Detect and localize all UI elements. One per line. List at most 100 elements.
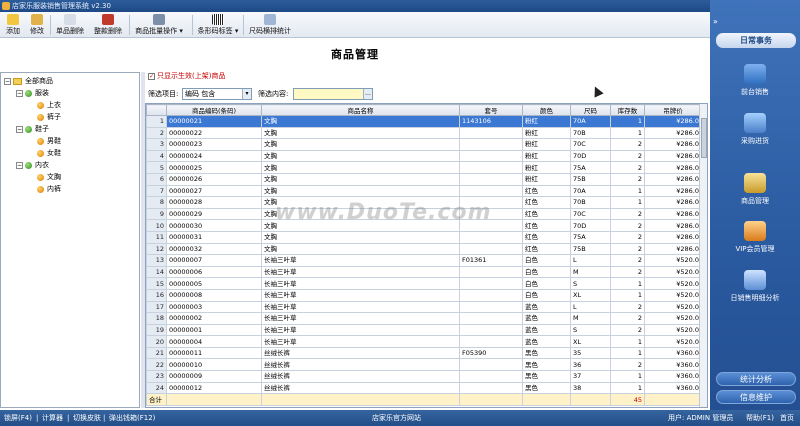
table-row[interactable]: 12 00000032 文胸 红色 75B 2 ¥286.0 [146,242,702,256]
table-cell[interactable] [459,265,523,279]
table-cell[interactable] [459,335,523,348]
table-cell[interactable]: 00000009 [166,370,262,383]
delete-style-button[interactable]: 整款删除 [92,13,124,37]
row-number[interactable]: 16 [146,288,167,302]
sidebar-item-products[interactable]: 商品管理 [710,173,800,206]
column-header[interactable] [146,104,167,116]
table-row[interactable]: 14 00000006 长袖三叶草 白色 M 2 ¥520.0 [146,265,702,279]
table-cell[interactable] [459,149,523,163]
only-active-checkbox[interactable]: ✓ 只显示生效(上架)商品 [148,71,225,81]
table-cell[interactable] [459,358,523,372]
table-cell[interactable]: 2 [610,138,645,151]
table-cell[interactable]: 2 [610,254,645,267]
table-cell[interactable]: ¥286.0 [644,161,702,174]
table-cell[interactable]: 35 [570,346,611,360]
table-cell[interactable]: 长袖三叶草 [261,300,460,314]
table-cell[interactable]: 黑色 [522,358,571,372]
table-cell[interactable]: ¥360.0 [644,358,702,372]
chevron-down-icon[interactable]: ▾ [242,89,251,99]
table-cell[interactable]: 75A [570,230,611,244]
table-cell[interactable]: ¥520.0 [644,254,702,267]
table-cell[interactable]: 00000004 [166,335,262,348]
collapse-icon[interactable]: − [4,77,11,85]
row-number[interactable]: 24 [146,381,167,395]
table-cell[interactable]: 粉红 [522,172,571,186]
table-cell[interactable]: ¥286.0 [644,230,702,244]
table-cell[interactable]: 00000001 [166,323,262,337]
table-cell[interactable]: 粉红 [522,115,571,128]
table-cell[interactable]: 00000027 [166,184,262,198]
table-cell[interactable]: 长袖三叶草 [261,277,460,290]
table-cell[interactable]: 文胸 [261,242,460,256]
table-cell[interactable]: 70B [570,196,611,209]
row-number[interactable]: 7 [146,184,167,198]
row-number[interactable]: 21 [146,346,167,360]
table-cell[interactable] [459,323,523,337]
tree-node-root[interactable]: − 全部商品 [4,76,53,87]
table-cell[interactable]: 70D [570,219,611,232]
info-maintenance-button[interactable]: 信息维护 [716,390,796,404]
table-row[interactable]: 19 00000001 长袖三叶草 蓝色 S 2 ¥520.0 [146,323,702,337]
table-row[interactable]: 2 00000022 文胸 粉红 70B 1 ¥286.0 [146,126,702,140]
table-cell[interactable]: 1 [610,126,645,140]
table-cell[interactable]: S [570,323,611,337]
table-cell[interactable]: F01361 [459,254,523,267]
table-cell[interactable]: 70C [570,207,611,221]
table-cell[interactable]: 00000002 [166,312,262,325]
table-cell[interactable]: 长袖三叶草 [261,335,460,348]
table-cell[interactable]: 70C [570,138,611,151]
table-cell[interactable]: ¥360.0 [644,370,702,383]
row-number[interactable]: 3 [146,138,167,151]
table-row[interactable]: 23 00000009 丝绒长裤 黑色 37 1 ¥360.0 [146,370,702,383]
table-cell[interactable]: 2 [610,149,645,163]
table-cell[interactable]: 00000011 [166,346,262,360]
table-row[interactable]: 24 00000012 丝绒长裤 黑色 38 1 ¥360.0 [146,381,702,395]
table-cell[interactable]: ¥286.0 [644,138,702,151]
table-cell[interactable]: 白色 [522,288,571,302]
table-cell[interactable]: 00000003 [166,300,262,314]
row-number[interactable]: 4 [146,149,167,163]
tree-node-underwear[interactable]: − 内衣 [16,160,49,171]
table-cell[interactable]: 红色 [522,242,571,256]
table-cell[interactable]: 75B [570,242,611,256]
size-stats-button[interactable]: 尺码横排统计 [247,13,293,37]
table-cell[interactable]: 文胸 [261,161,460,174]
table-cell[interactable]: 00000022 [166,126,262,140]
table-row[interactable]: 22 00000010 丝绒长裤 黑色 36 2 ¥360.0 [146,358,702,372]
scrollbar-thumb[interactable] [701,118,707,158]
tree-node-clothing[interactable]: − 服装 [16,88,49,99]
row-number[interactable]: 5 [146,161,167,174]
official-site-link[interactable]: 店家乐官方网站 [372,410,421,426]
tree-node-briefs[interactable]: 内裤 [37,184,61,195]
table-cell[interactable]: ¥360.0 [644,346,702,360]
table-cell[interactable]: 2 [610,207,645,221]
lock-screen-button[interactable]: 锁屏(F4) [4,410,32,426]
table-cell[interactable]: 1 [610,346,645,360]
open-drawer-button[interactable]: 弹出钱箱(F12) [109,410,155,426]
sidebar-item-daily-analysis[interactable]: 日销售明细分析 [710,270,800,303]
table-cell[interactable]: 00000010 [166,358,262,372]
row-number[interactable]: 18 [146,312,167,325]
table-cell[interactable]: 2 [610,323,645,337]
table-cell[interactable]: 丝绒长裤 [261,358,460,372]
table-row[interactable]: 7 00000027 文胸 红色 70A 1 ¥286.0 [146,184,702,198]
table-cell[interactable]: 长袖三叶草 [261,323,460,337]
row-number[interactable]: 12 [146,242,167,256]
table-cell[interactable]: ¥520.0 [644,335,702,348]
table-cell[interactable]: 1 [610,335,645,348]
edit-button[interactable]: 修改 [26,13,48,37]
table-cell[interactable] [459,288,523,302]
row-number[interactable]: 2 [146,126,167,140]
row-number[interactable]: 6 [146,172,167,186]
batch-operation-button[interactable]: 商品批量操作 ▾ [134,13,184,37]
table-cell[interactable]: 长袖三叶草 [261,265,460,279]
table-cell[interactable]: ¥360.0 [644,381,702,395]
row-number[interactable]: 22 [146,358,167,372]
row-number[interactable]: 23 [146,370,167,383]
table-cell[interactable]: 黑色 [522,370,571,383]
table-cell[interactable]: 38 [570,381,611,395]
table-row[interactable]: 17 00000003 长袖三叶草 蓝色 L 2 ¥520.0 [146,300,702,314]
table-cell[interactable]: 白色 [522,265,571,279]
tree-node-womens-shoes[interactable]: 女鞋 [37,148,61,159]
row-number[interactable]: 8 [146,196,167,209]
